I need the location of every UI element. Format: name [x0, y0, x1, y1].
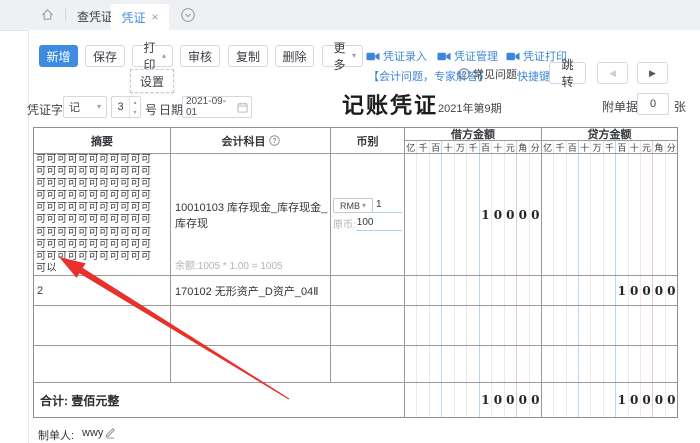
next-arrow-icon: ▶: [649, 69, 656, 78]
tab-voucher-label: 凭证: [121, 9, 145, 26]
total-label-cell: 合计: 壹佰元整: [34, 383, 405, 417]
prev-voucher-button[interactable]: ◀: [597, 62, 628, 84]
row4-subject-cell[interactable]: [171, 346, 331, 383]
attachment-label: 附单据: [602, 98, 638, 115]
row2-summary-cell[interactable]: 2: [34, 276, 171, 306]
header-credit: 贷方金额: [542, 128, 677, 141]
voucher-manage-link[interactable]: 凭证管理: [437, 49, 498, 63]
svg-text:?: ?: [272, 138, 276, 145]
total-credit-cell: 10000: [542, 383, 677, 417]
header-summary: 摘要: [34, 128, 171, 154]
jump-button[interactable]: 跳转: [549, 62, 586, 84]
shortcut-key-link[interactable]: 快捷键: [517, 68, 550, 84]
row3-currency-cell[interactable]: [331, 306, 405, 346]
add-button[interactable]: 新增: [39, 45, 78, 67]
row4-currency-cell[interactable]: [331, 346, 405, 383]
voucher-table: 摘要 会计科目 ? 币别 借方金额 贷方金额 亿千百十万千百十元角分 亿千百十万…: [33, 127, 678, 418]
stepper-down-icon[interactable]: ▾: [130, 107, 140, 117]
video-camera-icon: [437, 51, 451, 62]
header-subject: 会计科目 ?: [171, 128, 331, 154]
stepper-spin: ▴ ▾: [129, 97, 140, 117]
debit-digit-units: 亿千百十万千百十元角分: [405, 141, 542, 154]
exchange-rate-input[interactable]: 1: [373, 198, 402, 213]
question-circle-icon: ?: [458, 68, 470, 80]
voucher-word-select[interactable]: 记 ▾: [63, 96, 107, 118]
row1-subject-text: 10010103 库存现金_库存现金_库存现: [175, 199, 330, 231]
tab-list-dropdown-icon[interactable]: [180, 7, 196, 23]
row1-credit-cell[interactable]: [542, 154, 677, 276]
caret-down-icon: ▾: [352, 52, 356, 60]
row1-balance-text: 余额:1005 * 1.00 = 1005: [175, 257, 283, 272]
audit-button[interactable]: 审核: [180, 45, 220, 67]
tab-view-voucher[interactable]: 查凭证: [77, 8, 113, 25]
edit-pencil-icon[interactable]: [104, 426, 117, 439]
maker-label: 制单人:: [38, 427, 74, 443]
row2-credit-cell[interactable]: 10000: [542, 276, 677, 306]
next-voucher-button[interactable]: ▶: [637, 62, 668, 84]
calendar-icon: [237, 102, 248, 113]
copy-button[interactable]: 复制: [228, 45, 268, 67]
row2-currency-cell[interactable]: [331, 276, 405, 306]
caret-up-icon: ▴: [162, 52, 166, 60]
caret-down-icon: ▾: [97, 103, 101, 111]
row2-subject-cell[interactable]: 170102 无形资产_D资产_04Ⅱ: [171, 276, 331, 306]
tab-separator: |: [64, 6, 67, 21]
tab-close-icon[interactable]: ×: [152, 11, 159, 23]
number-suffix-label: 号: [145, 101, 157, 118]
more-button[interactable]: 更多▾: [322, 45, 363, 67]
attachment-count-input[interactable]: 0: [637, 93, 669, 115]
credit-digit-units: 亿千百十万千百十元角分: [542, 141, 677, 154]
svg-text:?: ?: [462, 70, 466, 79]
date-input[interactable]: 2021-09-01: [182, 96, 252, 118]
prev-arrow-icon: ◀: [609, 69, 616, 78]
tab-strip: | 查凭证 凭证 ×: [0, 0, 700, 31]
row3-credit-cell[interactable]: [542, 306, 677, 346]
header-debit: 借方金额: [405, 128, 542, 141]
caret-down-icon: ▾: [362, 202, 366, 210]
row3-subject-cell[interactable]: [171, 306, 331, 346]
date-label: 日期: [159, 101, 183, 118]
original-currency-label: 原币:: [333, 216, 356, 231]
maker-name: wwy: [82, 427, 103, 439]
row4-debit-cell[interactable]: [405, 346, 542, 383]
tab-voucher-active[interactable]: 凭证 ×: [111, 4, 169, 30]
row2-debit-cell[interactable]: [405, 276, 542, 306]
row1-subject-cell[interactable]: 10010103 库存现金_库存现金_库存现 余额:1005 * 1.00 = …: [171, 154, 331, 276]
row1-debit-cell[interactable]: 10000: [405, 154, 542, 276]
row1-currency-cell[interactable]: RMB ▾ 1 原币: 100: [331, 154, 405, 276]
voucher-entry-link[interactable]: 凭证录入: [366, 49, 427, 63]
home-icon[interactable]: [40, 7, 55, 22]
total-debit-cell: 10000: [405, 383, 542, 417]
video-camera-icon: [366, 51, 380, 62]
print-button[interactable]: 打印▴: [132, 45, 173, 67]
row4-credit-cell[interactable]: [542, 346, 677, 383]
subject-help-icon[interactable]: ?: [269, 135, 280, 146]
row4-summary-cell[interactable]: [34, 346, 171, 383]
voucher-app: | 查凭证 凭证 × 新增 保存 打印▴ 审核 复制 删除 更多▾ 设置 凭证录…: [0, 0, 700, 443]
header-currency: 币别: [331, 128, 405, 154]
print-settings-menu-item[interactable]: 设置: [130, 69, 174, 93]
page-title: 记账凭证: [342, 88, 438, 120]
faq-link[interactable]: ? 常见问题: [458, 66, 517, 82]
original-amount-input[interactable]: 100: [356, 216, 402, 231]
voucher-period: 2021年第9期: [438, 100, 502, 116]
row3-debit-cell[interactable]: [405, 306, 542, 346]
delete-button[interactable]: 删除: [275, 45, 314, 67]
stepper-up-icon[interactable]: ▴: [130, 97, 140, 107]
row3-summary-cell[interactable]: [34, 306, 171, 346]
row1-summary-cell[interactable]: 可可可可可可可可可可可 可可可可可可可可可可可 可可可可可可可可可可可 可可可可…: [34, 154, 171, 276]
voucher-word-label: 凭证字: [27, 101, 63, 118]
video-camera-icon: [506, 51, 520, 62]
save-button[interactable]: 保存: [85, 45, 125, 67]
attachment-unit-label: 张: [674, 98, 686, 115]
voucher-number-stepper[interactable]: 3 ▴ ▾: [111, 96, 141, 118]
currency-select[interactable]: RMB ▾: [333, 198, 373, 213]
